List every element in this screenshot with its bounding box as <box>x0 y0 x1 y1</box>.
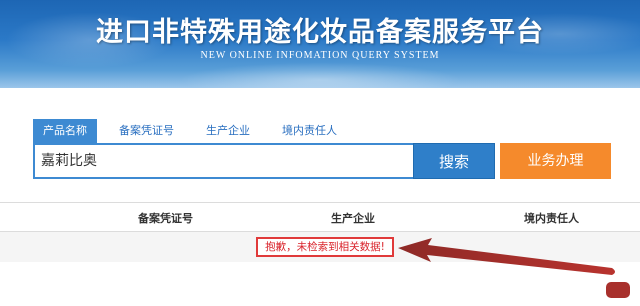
annotation-arrow <box>398 238 630 298</box>
annotation-marker <box>606 282 630 298</box>
arrow-shape <box>398 238 615 275</box>
